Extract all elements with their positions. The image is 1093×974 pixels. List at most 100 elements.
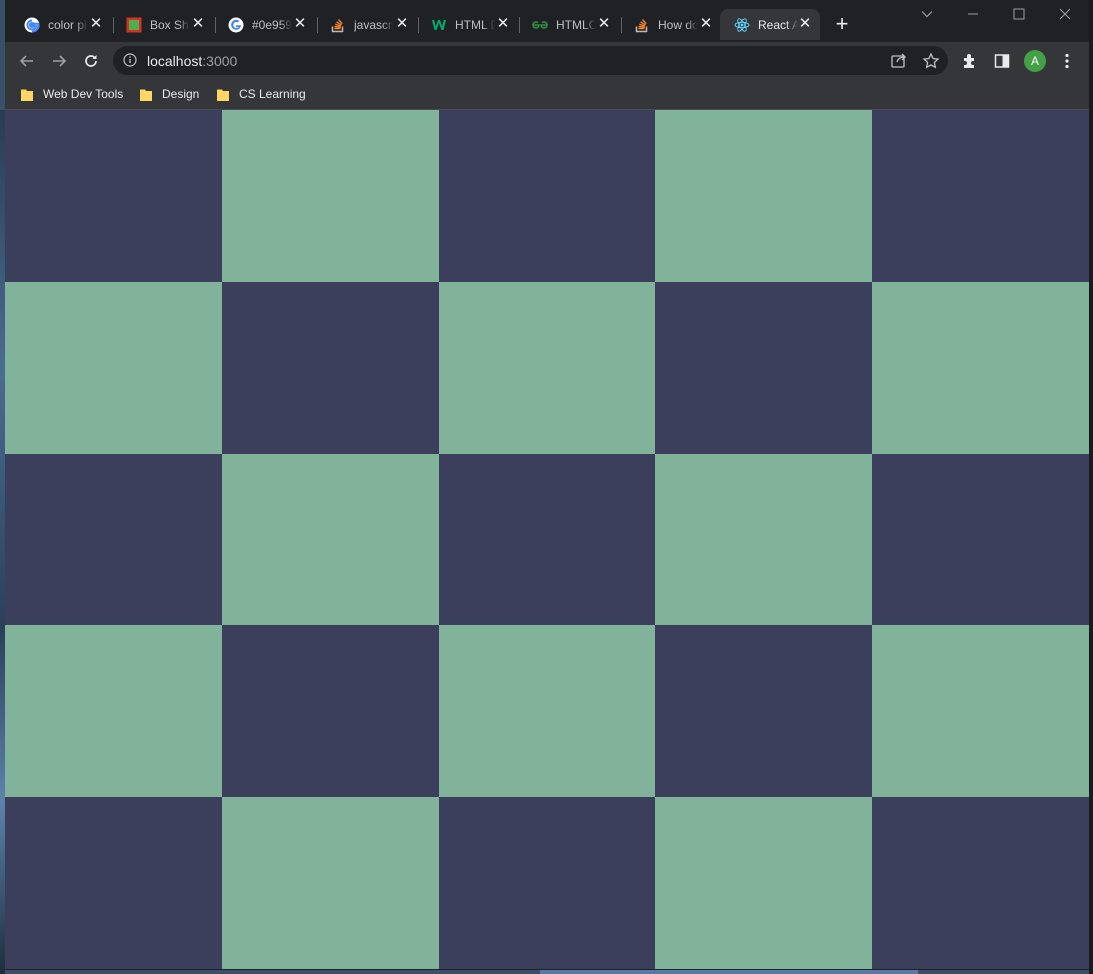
close-icon[interactable]: ✕ [699,16,713,31]
address-bar[interactable]: localhost:3000 [113,46,948,75]
grid-cell-dark [439,110,655,282]
browser-window: color picker ✕ Box Shadow ✕ #0e959d ✕ ja… [5,0,1089,970]
new-tab-button[interactable]: + [831,13,853,36]
close-icon[interactable]: ✕ [496,16,510,31]
info-icon[interactable] [123,53,137,67]
tab-how-do[interactable]: How do ✕ [620,9,721,40]
stackoverflow-icon [634,17,650,33]
puzzle-icon [964,54,974,68]
taskbar-edge [540,970,918,974]
grid-cell-dark [222,282,439,454]
tab-box-shadow[interactable]: Box Shadow ✕ [112,9,213,40]
tab-color-picker[interactable]: color picker ✕ [10,9,111,40]
grid-cell-dark [872,454,1089,625]
grid-cell-dark [655,625,872,797]
folder-icon [140,89,152,101]
star-icon[interactable] [922,52,940,70]
arrow-left-icon [19,55,33,67]
forward-button[interactable] [47,49,71,73]
grid-cell-light [222,454,439,625]
bookmark-cs-learning[interactable]: CS Learning [217,85,306,103]
menu-button[interactable] [1057,51,1077,71]
tab-title: javascript [354,17,394,32]
minimize-button[interactable] [950,3,996,25]
grid-cell-light [872,282,1089,454]
grid-cell-light [655,454,872,625]
grid-cell-dark [5,797,222,969]
checkerboard-grid [5,110,1089,969]
grid-cell-dark [222,625,439,797]
reload-icon [85,55,97,67]
tab-title: Box Shadow [150,17,190,32]
tab-htmlcollection[interactable]: HTMLCollection ✕ [518,9,619,40]
grid-cell-dark [872,797,1089,969]
close-icon [1059,8,1071,20]
back-button[interactable] [15,49,39,73]
minimize-icon [968,13,978,15]
close-icon[interactable]: ✕ [597,16,611,31]
close-icon[interactable]: ✕ [89,16,103,31]
bookmark-label: Design [162,87,200,101]
close-icon[interactable]: ✕ [191,16,205,31]
arrow-right-icon [53,55,67,67]
google-icon [228,17,244,33]
tab-title: React App [758,17,798,32]
grid-cell-dark [655,282,872,454]
grid-cell-dark [439,454,655,625]
bookmark-web-dev-tools[interactable]: Web Dev Tools [21,85,123,103]
close-icon[interactable]: ✕ [395,16,409,31]
grid-cell-light [439,625,655,797]
box-shadow-icon [126,17,142,33]
desktop-edge [1089,0,1093,974]
extensions-button[interactable] [960,51,980,71]
tab-javascript[interactable]: javascript ✕ [316,9,417,40]
grid-cell-dark [5,454,222,625]
tab-strip: color picker ✕ Box Shadow ✕ #0e959d ✕ ja… [5,0,1089,42]
bookmark-label: Web Dev Tools [43,87,124,101]
tab-title: HTMLCollection [556,17,596,32]
tab-title: HTML DOM [455,17,495,32]
grid-cell-dark [5,110,222,282]
tab-html-dom[interactable]: HTML DOM ✕ [417,9,518,40]
folder-icon [217,89,229,101]
stackoverflow-icon [330,17,346,33]
page-viewport [5,110,1089,970]
close-icon[interactable]: ✕ [293,16,307,31]
w3schools-icon [431,17,447,33]
reload-button[interactable] [79,49,103,73]
grid-cell-dark [439,797,655,969]
share-icon[interactable] [890,52,908,70]
grid-cell-light [222,797,439,969]
tab-title: #0e959d [252,17,292,32]
tab-color-hex[interactable]: #0e959d ✕ [214,9,315,40]
kebab-menu-icon [1065,53,1069,69]
maximize-icon [1013,8,1025,20]
grid-cell-light [439,282,655,454]
close-icon[interactable]: ✕ [798,16,812,31]
bookmarks-bar: Web Dev Tools Design CS Learning [5,79,1089,110]
grid-cell-dark [872,110,1089,282]
tab-react-app[interactable]: React App ✕ [720,9,820,40]
side-panel-button[interactable] [992,51,1012,71]
maximize-button[interactable] [996,3,1042,25]
grid-cell-light [5,625,222,797]
tab-title: How do [658,17,698,32]
grid-cell-light [5,282,222,454]
tab-title: color picker [48,17,88,32]
grid-cell-light [655,797,872,969]
react-icon [734,17,750,33]
url-port: :3000 [202,53,238,69]
folder-icon [21,89,33,101]
url-text: localhost:3000 [147,53,237,69]
bookmark-design[interactable]: Design [140,85,199,103]
url-host: localhost [147,53,203,69]
avatar[interactable]: A [1024,50,1046,72]
grid-cell-light [655,110,872,282]
chevron-down-icon [921,11,933,18]
tab-search-button[interactable] [904,3,950,25]
browser-toolbar: localhost:3000 A [5,42,1089,79]
close-window-button[interactable] [1042,3,1088,25]
geeksforgeeks-icon [532,17,548,33]
side-panel-icon [994,54,1010,68]
grid-cell-light [872,625,1089,797]
